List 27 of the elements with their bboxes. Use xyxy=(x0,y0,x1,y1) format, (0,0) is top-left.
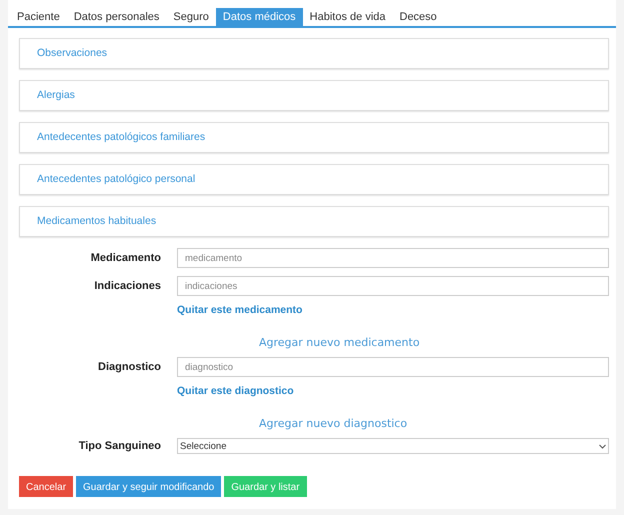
input-field[interactable]: diagnostico xyxy=(177,357,609,377)
section-header[interactable]: Antedecentes patológicos familiares xyxy=(19,122,609,153)
tab[interactable]: Paciente xyxy=(10,8,67,26)
action-button[interactable]: Cancelar xyxy=(19,476,74,497)
chevron-down-icon xyxy=(599,444,606,448)
section-header[interactable]: Alergias xyxy=(19,80,609,111)
section-header[interactable]: Antecedentes patológico personal xyxy=(19,164,609,195)
select-field[interactable]: Seleccione xyxy=(177,438,609,454)
field-label: Tipo Sanguineo xyxy=(78,440,161,452)
tab[interactable]: Deceso xyxy=(392,8,444,26)
field-label: Medicamento xyxy=(90,252,161,264)
input-field[interactable]: medicamento xyxy=(177,248,609,268)
field-label: Diagnostico xyxy=(97,361,161,373)
field-label: Indicaciones xyxy=(93,280,161,292)
add-link[interactable]: Agregar nuevo medicamento xyxy=(259,336,420,349)
section-header[interactable]: Medicamentos habituales xyxy=(19,206,609,237)
input-field[interactable]: indicaciones xyxy=(177,276,609,296)
remove-link[interactable]: Quitar este diagnostico xyxy=(177,385,294,397)
action-button[interactable]: Guardar y listar xyxy=(224,476,307,497)
tab[interactable]: Datos médicos xyxy=(216,8,303,26)
add-link[interactable]: Agregar nuevo diagnostico xyxy=(259,417,408,430)
tab[interactable]: Seguro xyxy=(166,8,216,26)
tab[interactable]: Habitos de vida xyxy=(302,8,392,26)
tab[interactable]: Datos personales xyxy=(66,8,166,26)
action-button[interactable]: Guardar y seguir modificando xyxy=(76,476,222,497)
section-header[interactable]: Observaciones xyxy=(19,38,609,69)
remove-link[interactable]: Quitar este medicamento xyxy=(177,304,302,316)
